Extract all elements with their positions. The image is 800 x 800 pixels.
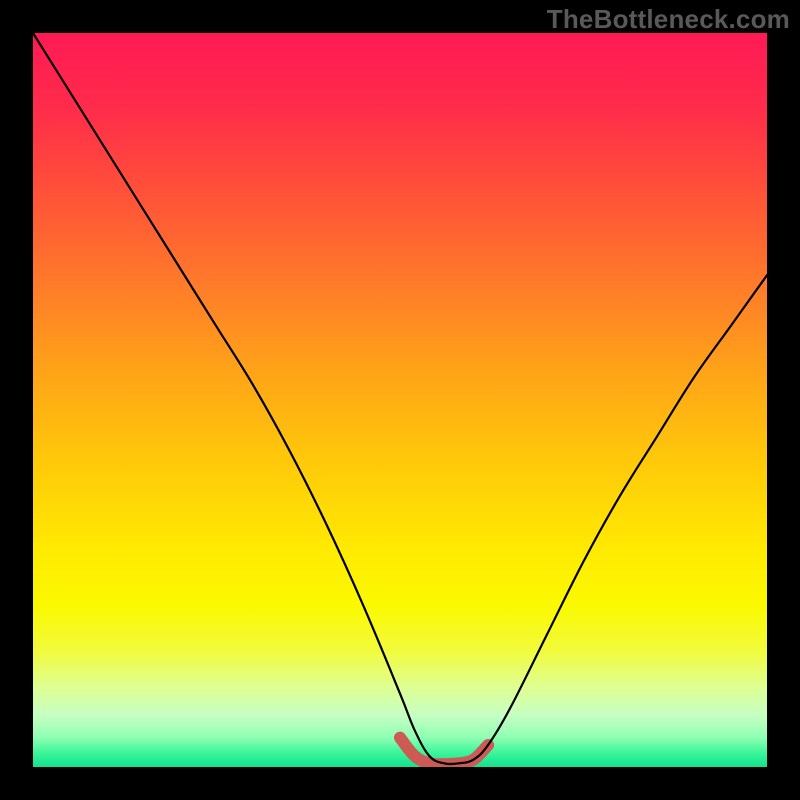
chart-frame: TheBottleneck.com: [0, 0, 800, 800]
curve-svg: [33, 33, 767, 767]
watermark-text: TheBottleneck.com: [547, 4, 790, 35]
bottleneck-curve-line: [33, 33, 767, 764]
optimal-range-highlight: [400, 738, 488, 765]
plot-area: [33, 33, 767, 767]
